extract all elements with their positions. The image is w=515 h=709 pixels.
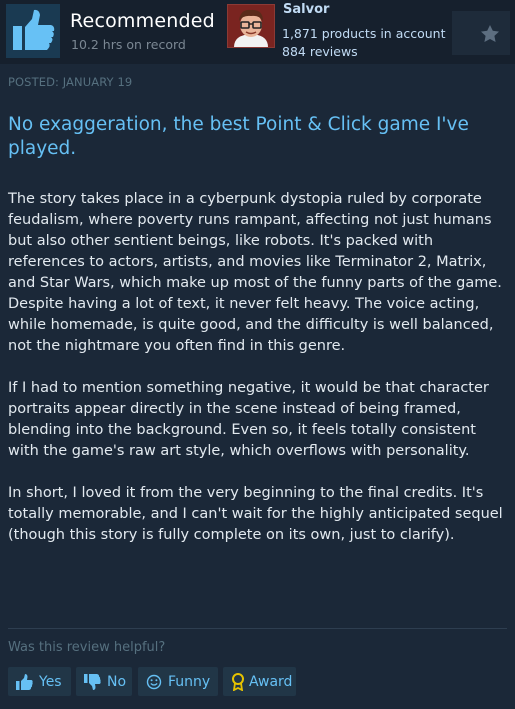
user-products-count[interactable]: 1,871 products in account — [282, 26, 446, 41]
review-body: The story takes place in a cyberpunk dys… — [8, 189, 508, 567]
review-header: Recommended 10.2 hrs on record Salvor 1,… — [0, 0, 515, 64]
vote-funny-button[interactable]: Funny — [138, 667, 218, 696]
review-headline: No exaggeration, the best Point & Click … — [8, 114, 469, 159]
review-paragraph: The story takes place in a cyberpunk dys… — [8, 191, 502, 291]
user-reviews-count[interactable]: 884 reviews — [282, 44, 358, 59]
vote-funny-label: Funny — [168, 673, 211, 690]
recommended-thumbs-up-icon — [6, 4, 60, 58]
user-name[interactable]: Salvor — [283, 2, 329, 17]
avatar[interactable] — [227, 4, 275, 48]
posted-date: POSTED: JANUARY 19 — [8, 75, 133, 89]
review-paragraph: In short, I loved it from the very begin… — [8, 485, 503, 543]
vote-no-button[interactable]: No — [76, 667, 132, 696]
helpful-question: Was this review helpful? — [8, 640, 166, 655]
vote-no-label: No — [107, 673, 127, 690]
recommendation-title: Recommended — [70, 10, 215, 32]
award-review-button[interactable] — [452, 11, 510, 55]
thumbs-up-icon — [16, 673, 33, 690]
award-ribbon-icon — [232, 672, 244, 691]
give-award-label: Award — [249, 673, 293, 690]
vote-yes-label: Yes — [39, 673, 62, 690]
vote-yes-button[interactable]: Yes — [8, 667, 71, 696]
review-paragraph: Despite having a lot of text, it never f… — [8, 296, 494, 354]
smiley-icon — [146, 674, 162, 689]
review-paragraph: If I had to mention something negative, … — [8, 380, 489, 459]
footer-divider — [8, 628, 507, 629]
give-award-button[interactable]: Award — [223, 667, 296, 696]
star-icon — [481, 25, 499, 42]
thumbs-down-icon — [84, 673, 101, 690]
hours-on-record: 10.2 hrs on record — [71, 37, 186, 52]
